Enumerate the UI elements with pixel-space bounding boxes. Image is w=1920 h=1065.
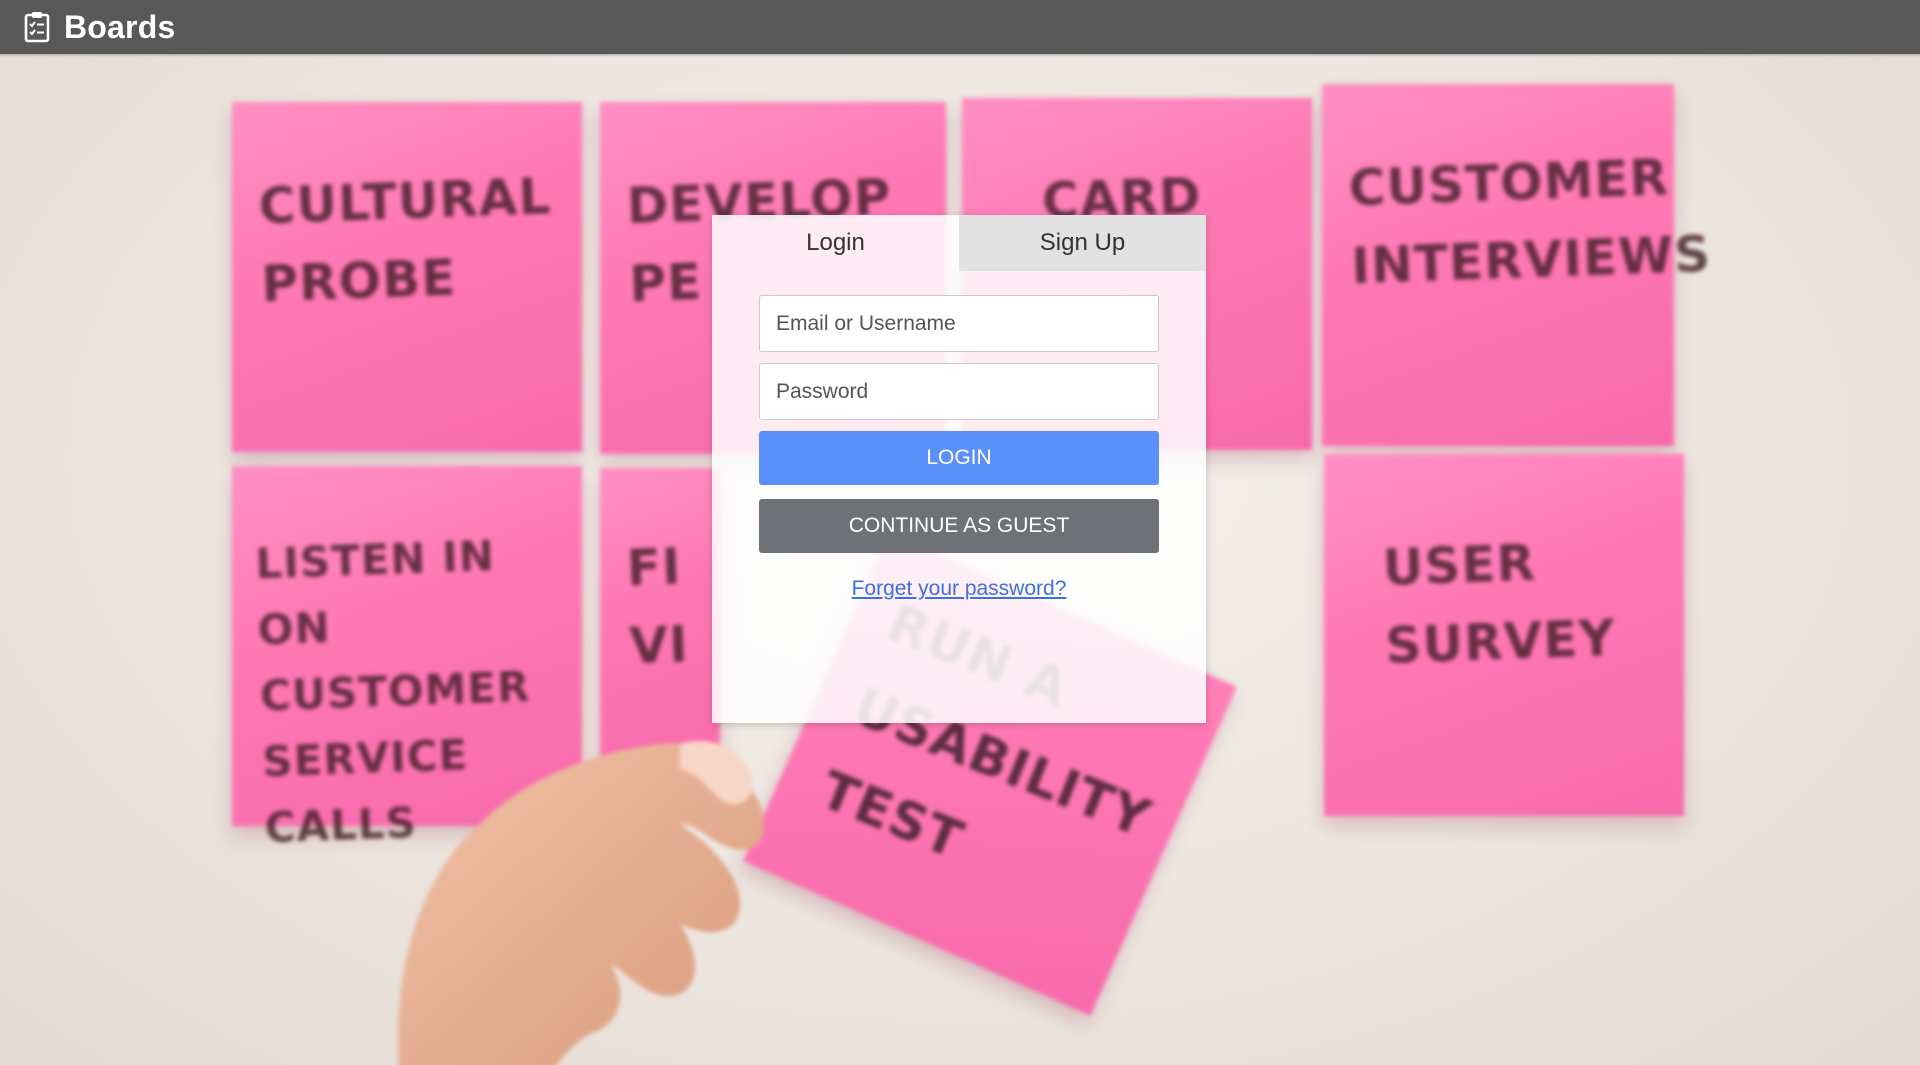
sticky-note: USER SURVEY bbox=[1324, 454, 1684, 816]
top-nav-bar: Boards bbox=[0, 0, 1920, 54]
sticky-note-text: FI VI bbox=[625, 537, 690, 676]
sticky-note: CULTURAL PROBE bbox=[232, 102, 582, 452]
email-or-username-input[interactable] bbox=[759, 295, 1159, 352]
continue-as-guest-button[interactable]: CONTINUE AS GUEST bbox=[759, 499, 1159, 553]
hand-illustration bbox=[398, 740, 764, 1065]
sticky-note: CUSTOMER INTERVIEWS bbox=[1322, 84, 1713, 446]
login-page: Boards CULTURAL PROBE DEVELOP PE CARD CU… bbox=[0, 0, 1920, 1065]
sticky-note-text: CULTURAL PROBE bbox=[257, 167, 553, 314]
auth-dialog: Login Sign Up LOGIN CONTINUE AS GUEST Fo… bbox=[712, 215, 1206, 723]
sticky-note-text: USER SURVEY bbox=[1381, 533, 1617, 675]
clipboard-checklist-icon bbox=[24, 11, 50, 43]
auth-tabs: Login Sign Up bbox=[712, 215, 1206, 271]
login-form: LOGIN CONTINUE AS GUEST Forget your pass… bbox=[712, 271, 1206, 601]
password-input[interactable] bbox=[759, 363, 1159, 420]
forgot-password-link[interactable]: Forget your password? bbox=[759, 577, 1159, 601]
tab-sign-up[interactable]: Sign Up bbox=[959, 215, 1206, 271]
tab-login[interactable]: Login bbox=[712, 215, 959, 271]
app-title[interactable]: Boards bbox=[64, 9, 175, 46]
sticky-note-text: CUSTOMER INTERVIEWS bbox=[1347, 148, 1713, 296]
login-button[interactable]: LOGIN bbox=[759, 431, 1159, 485]
